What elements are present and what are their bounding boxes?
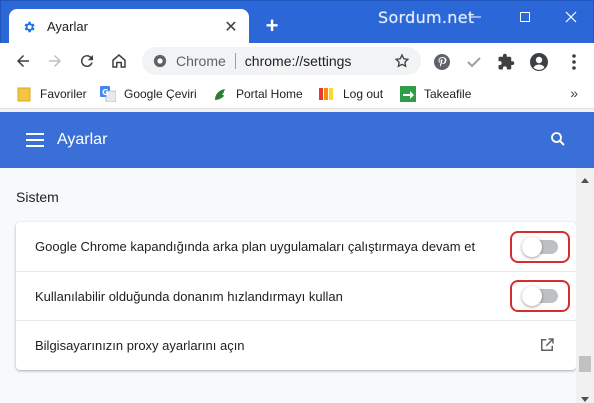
bookmark-log-out[interactable]: Log out xyxy=(319,84,383,104)
setting-row-background-apps[interactable]: Google Chrome kapandığında arka plan uyg… xyxy=(16,222,576,271)
bookmark-google-ceviri[interactable]: G Google Çeviri xyxy=(100,84,197,104)
setting-row-proxy[interactable]: Bilgisayarınızın proxy ayarlarını açın xyxy=(16,320,576,370)
new-tab-button[interactable]: + xyxy=(260,15,284,39)
bookmark-takeafile[interactable]: Takeafile xyxy=(400,84,471,104)
checkmark-icon[interactable] xyxy=(463,51,485,73)
external-link-icon[interactable] xyxy=(538,336,556,354)
scrollbar-thumb[interactable] xyxy=(579,356,591,372)
bookmark-label: Portal Home xyxy=(236,87,303,101)
tab-title: Ayarlar xyxy=(47,19,88,34)
bookmark-star-icon[interactable] xyxy=(393,52,411,70)
setting-label: Google Chrome kapandığında arka plan uyg… xyxy=(35,239,476,254)
extensions-icon[interactable] xyxy=(495,51,517,73)
chrome-icon xyxy=(152,53,168,69)
hamburger-menu-icon[interactable] xyxy=(26,133,44,147)
bookmark-label: Favoriler xyxy=(40,87,87,101)
maximize-icon[interactable] xyxy=(505,3,545,31)
search-icon[interactable] xyxy=(549,130,569,150)
bookmarks-overflow-button[interactable]: » xyxy=(570,85,578,101)
scrollbar[interactable] xyxy=(576,168,594,403)
tab-settings[interactable]: Ayarlar ✕ xyxy=(9,9,249,44)
gear-icon xyxy=(21,19,37,35)
pinterest-icon[interactable] xyxy=(431,51,453,73)
highlight-annotation xyxy=(510,231,570,263)
folder-icon xyxy=(16,86,32,102)
omnibox-chip: Chrome xyxy=(176,53,226,69)
settings-content: Sistem Google Chrome kapandığında arka p… xyxy=(0,168,576,403)
omnibox-url[interactable]: chrome://settings xyxy=(245,53,393,69)
reload-icon[interactable] xyxy=(73,47,101,75)
menu-dots-icon[interactable] xyxy=(563,51,585,73)
section-title: Sistem xyxy=(16,189,59,205)
omnibox-divider xyxy=(234,53,236,69)
minimize-icon[interactable] xyxy=(456,3,496,31)
scroll-down-arrow-icon[interactable] xyxy=(580,390,590,402)
close-icon[interactable]: ✕ xyxy=(221,17,241,37)
bookmark-favoriler[interactable]: Favoriler xyxy=(16,84,87,104)
bookmark-label: Google Çeviri xyxy=(124,87,197,101)
bookmark-label: Takeafile xyxy=(424,87,472,101)
highlight-annotation xyxy=(510,280,570,312)
back-icon[interactable] xyxy=(9,47,37,75)
bookmarks-bar: Favoriler G Google Çeviri Portal Home Lo… xyxy=(0,79,594,109)
bookmark-portal-home[interactable]: Portal Home xyxy=(212,84,303,104)
setting-label: Kullanılabilir olduğunda donanım hızland… xyxy=(35,288,343,304)
portal-home-icon xyxy=(212,86,228,102)
settings-header: Ayarlar xyxy=(0,112,594,168)
settings-card: Google Chrome kapandığında arka plan uyg… xyxy=(16,222,576,370)
svg-text:G: G xyxy=(102,88,109,97)
tab-strip: Ayarlar ✕ + Sordum.net xyxy=(0,0,594,44)
window-close-icon[interactable] xyxy=(551,3,591,31)
takeafile-icon xyxy=(400,86,416,102)
setting-label: Bilgisayarınızın proxy ayarlarını açın xyxy=(35,338,245,353)
forward-icon[interactable] xyxy=(41,47,69,75)
scroll-up-arrow-icon[interactable] xyxy=(580,172,590,183)
log-out-icon xyxy=(319,86,335,102)
google-translate-icon: G xyxy=(100,86,116,102)
setting-row-hardware-acceleration[interactable]: Kullanılabilir olduğunda donanım hızland… xyxy=(16,271,576,320)
home-icon[interactable] xyxy=(105,47,133,75)
page-title: Ayarlar xyxy=(57,131,108,148)
profile-avatar-icon[interactable] xyxy=(528,51,550,73)
bookmark-label: Log out xyxy=(343,87,384,101)
address-bar[interactable]: Chrome chrome://settings xyxy=(142,47,421,75)
